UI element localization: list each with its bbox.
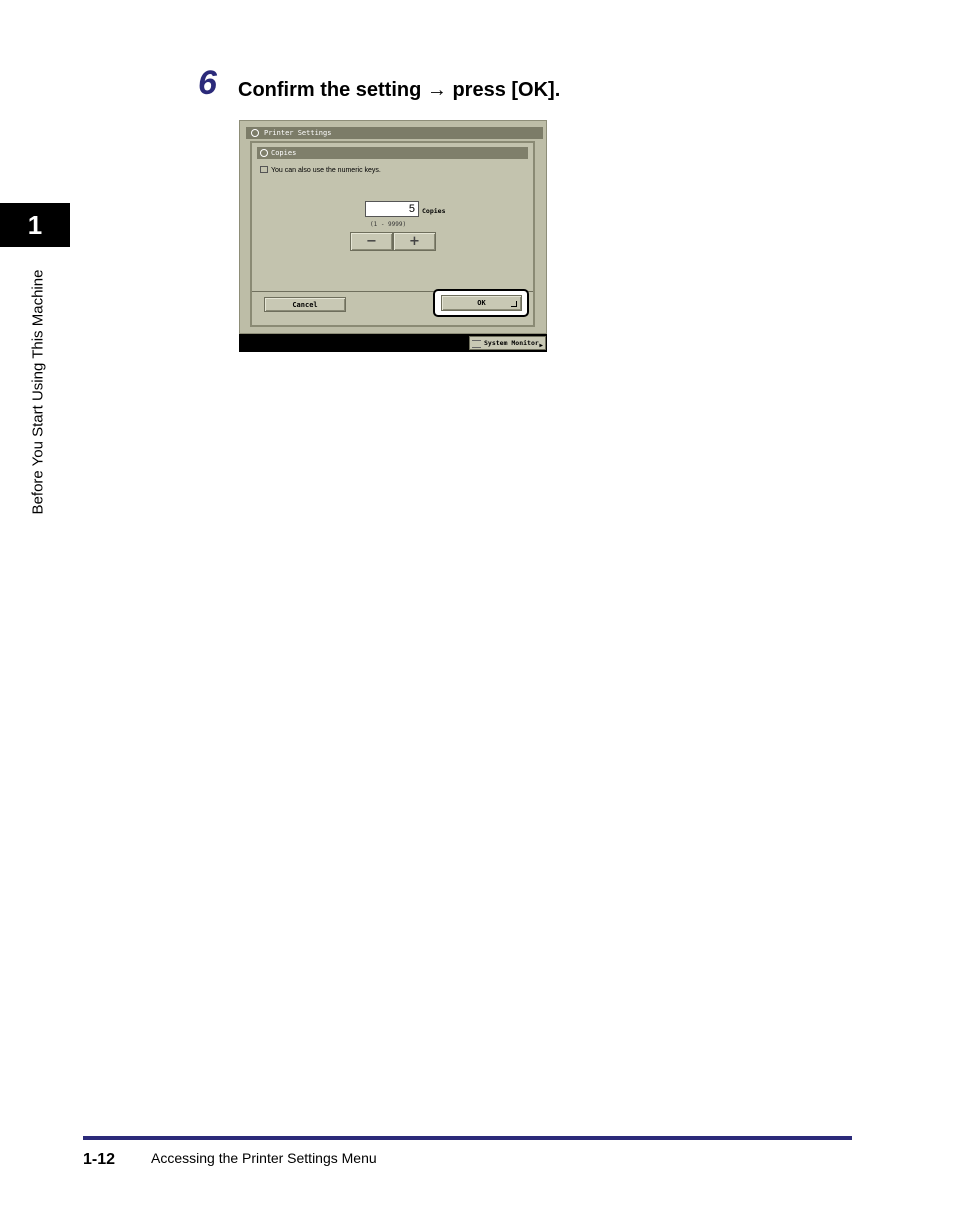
triangle-right-icon: ▶ [539,342,543,349]
plus-button[interactable]: + [393,232,436,251]
hint-text: You can also use the numeric keys. [271,167,381,174]
screen-title: Printer Settings [264,129,332,137]
printer-icon [251,129,259,137]
printer-settings-screenshot: Printer Settings Copies You can also use… [239,120,547,352]
copies-stepper: − + [350,232,436,251]
system-monitor-button[interactable]: System Monitor ▶ [469,336,546,350]
keypad-icon [260,166,268,173]
system-monitor-label: System Monitor [484,339,539,347]
ok-corner-icon [511,301,517,307]
footer-rule [83,1136,852,1140]
copies-dialog: Copies You can also use the numeric keys… [250,141,535,327]
minus-button[interactable]: − [350,232,393,251]
footer-section-title: Accessing the Printer Settings Menu [151,1150,377,1166]
copies-input[interactable]: 5 [365,201,419,217]
step-instruction: Confirm the setting → press [OK]. [238,79,561,101]
list-icon [472,340,481,348]
dialog-title-bar: Copies [257,147,528,159]
ok-button[interactable]: OK [441,295,522,311]
chapter-tab: 1 [0,203,70,247]
ok-label: OK [477,299,486,307]
page-number: 1-12 [83,1151,116,1168]
copies-unit-label: Copies [422,207,446,215]
cancel-button[interactable]: Cancel [264,297,346,312]
copies-icon [260,149,268,157]
step-number: 6 [198,64,217,102]
numeric-keys-hint: You can also use the numeric keys. [260,166,381,174]
screen-outer-panel: Printer Settings Copies You can also use… [239,120,547,334]
status-bar: System Monitor ▶ [239,334,547,352]
screen-title-bar: Printer Settings [246,127,543,139]
copies-range: (1 - 9999) [370,221,407,228]
dialog-title: Copies [271,149,297,157]
chapter-side-title: Before You Start Using This Machine [29,269,47,515]
